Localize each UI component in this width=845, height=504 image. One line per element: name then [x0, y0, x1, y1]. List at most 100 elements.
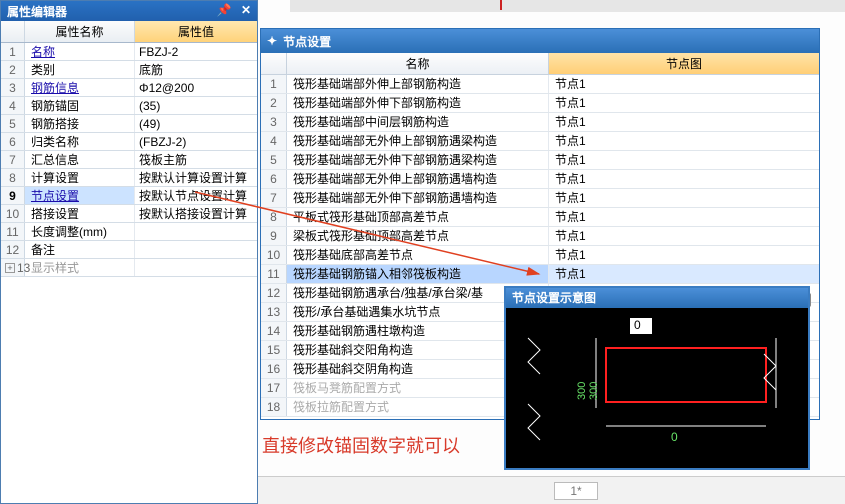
node-diagram-value[interactable]: 节点1: [549, 265, 819, 283]
row-number: 10: [1, 205, 25, 222]
property-editor-title: 属性编辑器: [7, 3, 67, 20]
node-row[interactable]: 10筏形基础底部高差节点节点1: [261, 246, 819, 265]
property-row[interactable]: 1名称FBZJ-2: [1, 43, 257, 61]
row-number: 5: [261, 151, 287, 169]
property-name[interactable]: 节点设置: [25, 187, 135, 204]
node-diagram-value[interactable]: 节点1: [549, 151, 819, 169]
property-row[interactable]: 9节点设置按默认节点设置计算: [1, 187, 257, 205]
top-ruler: [290, 0, 845, 12]
property-row[interactable]: 10搭接设置按默认搭接设置计算: [1, 205, 257, 223]
property-value[interactable]: 底筋: [135, 61, 257, 78]
ruler-marker: [500, 0, 502, 10]
row-number: 1: [261, 75, 287, 93]
row-number: 9: [1, 187, 25, 204]
property-row[interactable]: 6归类名称(FBZJ-2): [1, 133, 257, 151]
node-row[interactable]: 2筏形基础端部外伸下部钢筋构造节点1: [261, 94, 819, 113]
property-name[interactable]: 钢筋信息: [25, 79, 135, 96]
property-name: 长度调整(mm): [25, 223, 135, 240]
row-number: 4: [1, 97, 25, 114]
node-diagram-value[interactable]: 节点1: [549, 246, 819, 264]
node-title-icon: ✦: [267, 34, 277, 48]
property-name: 备注: [25, 241, 135, 258]
bottom-cell[interactable]: 1*: [554, 482, 598, 500]
property-editor-window: 属性编辑器 📌 ✕ 属性名称 属性值 1名称FBZJ-22类别底筋3钢筋信息Φ1…: [0, 0, 258, 504]
property-name: 搭接设置: [25, 205, 135, 222]
diagram-preview-title[interactable]: 节点设置示意图: [506, 288, 808, 308]
node-diagram-value[interactable]: 节点1: [549, 113, 819, 131]
row-number: 7: [1, 151, 25, 168]
node-row[interactable]: 5筏形基础端部无外伸下部钢筋遇梁构造节点1: [261, 151, 819, 170]
property-name[interactable]: 名称: [25, 43, 135, 60]
node-diagram-value[interactable]: 节点1: [549, 94, 819, 112]
close-icon[interactable]: ✕: [239, 3, 253, 17]
node-col-diagram[interactable]: 节点图: [549, 53, 819, 74]
row-number: 3: [261, 113, 287, 131]
expand-icon[interactable]: +: [5, 263, 15, 273]
property-editor-titlebar[interactable]: 属性编辑器 📌 ✕: [1, 1, 257, 21]
node-settings-titlebar[interactable]: ✦ 节点设置: [261, 29, 819, 53]
node-name: 梁板式筏形基础顶部高差节点: [287, 227, 549, 245]
property-row[interactable]: 2类别底筋: [1, 61, 257, 79]
property-value[interactable]: Φ12@200: [135, 79, 257, 96]
property-row[interactable]: 7汇总信息筏板主筋: [1, 151, 257, 169]
node-row[interactable]: 3筏形基础端部中间层钢筋构造节点1: [261, 113, 819, 132]
row-number: 16: [261, 360, 287, 378]
row-number: 12: [1, 241, 25, 258]
property-value[interactable]: (FBZJ-2): [135, 133, 257, 150]
node-diagram-value[interactable]: 节点1: [549, 208, 819, 226]
property-row[interactable]: 12备注: [1, 241, 257, 259]
property-value[interactable]: 按默认节点设置计算: [135, 187, 257, 204]
pin-icon[interactable]: 📌: [217, 3, 231, 17]
property-row[interactable]: 5钢筋搭接(49): [1, 115, 257, 133]
node-diagram-value[interactable]: 节点1: [549, 75, 819, 93]
property-value[interactable]: [135, 259, 257, 276]
node-row[interactable]: 6筏形基础端部无外伸上部钢筋遇墙构造节点1: [261, 170, 819, 189]
row-number: 14: [261, 322, 287, 340]
property-value[interactable]: [135, 241, 257, 258]
node-diagram-value[interactable]: 节点1: [549, 170, 819, 188]
node-name: 筏形基础钢筋锚入相邻筏板构造: [287, 265, 549, 283]
node-row[interactable]: 9梁板式筏形基础顶部高差节点节点1: [261, 227, 819, 246]
property-value[interactable]: 按默认计算设置计算: [135, 169, 257, 186]
property-value[interactable]: FBZJ-2: [135, 43, 257, 60]
row-number: 8: [261, 208, 287, 226]
node-row[interactable]: 8平板式筏形基础顶部高差节点节点1: [261, 208, 819, 227]
diagram-label-top: 0: [634, 318, 641, 332]
property-row[interactable]: 3钢筋信息Φ12@200: [1, 79, 257, 97]
property-value[interactable]: 按默认搭接设置计算: [135, 205, 257, 222]
node-diagram-value[interactable]: 节点1: [549, 132, 819, 150]
node-row[interactable]: 11筏形基础钢筋锚入相邻筏板构造节点1: [261, 265, 819, 284]
property-row[interactable]: 4钢筋锚固(35): [1, 97, 257, 115]
property-value[interactable]: (35): [135, 97, 257, 114]
row-number: 6: [1, 133, 25, 150]
row-number: 5: [1, 115, 25, 132]
row-number: 7: [261, 189, 287, 207]
diagram-canvas: 0 0 300 300: [506, 308, 808, 468]
col-header-name[interactable]: 属性名称: [25, 21, 135, 42]
row-number: 8: [1, 169, 25, 186]
node-name: 平板式筏形基础顶部高差节点: [287, 208, 549, 226]
node-row[interactable]: 1筏形基础端部外伸上部钢筋构造节点1: [261, 75, 819, 94]
node-row[interactable]: 4筏形基础端部无外伸上部钢筋遇梁构造节点1: [261, 132, 819, 151]
property-value[interactable]: 筏板主筋: [135, 151, 257, 168]
node-diagram-value[interactable]: 节点1: [549, 189, 819, 207]
col-header-value[interactable]: 属性值: [135, 21, 257, 42]
property-row[interactable]: 11长度调整(mm): [1, 223, 257, 241]
property-value[interactable]: [135, 223, 257, 240]
property-row[interactable]: 8计算设置按默认计算设置计算: [1, 169, 257, 187]
property-body: 1名称FBZJ-22类别底筋3钢筋信息Φ12@2004钢筋锚固(35)5钢筋搭接…: [1, 43, 257, 277]
property-row[interactable]: +13显示样式: [1, 259, 257, 277]
row-number: 3: [1, 79, 25, 96]
property-name: 钢筋锚固: [25, 97, 135, 114]
node-col-name[interactable]: 名称: [287, 53, 549, 74]
property-name: 汇总信息: [25, 151, 135, 168]
node-name: 筏形基础底部高差节点: [287, 246, 549, 264]
node-name: 筏形基础端部无外伸上部钢筋遇梁构造: [287, 132, 549, 150]
node-row[interactable]: 7筏形基础端部无外伸下部钢筋遇墙构造节点1: [261, 189, 819, 208]
node-diagram-value[interactable]: 节点1: [549, 227, 819, 245]
row-number: 2: [261, 94, 287, 112]
row-number: 10: [261, 246, 287, 264]
property-value[interactable]: (49): [135, 115, 257, 132]
row-number: 13: [261, 303, 287, 321]
row-number: 9: [261, 227, 287, 245]
